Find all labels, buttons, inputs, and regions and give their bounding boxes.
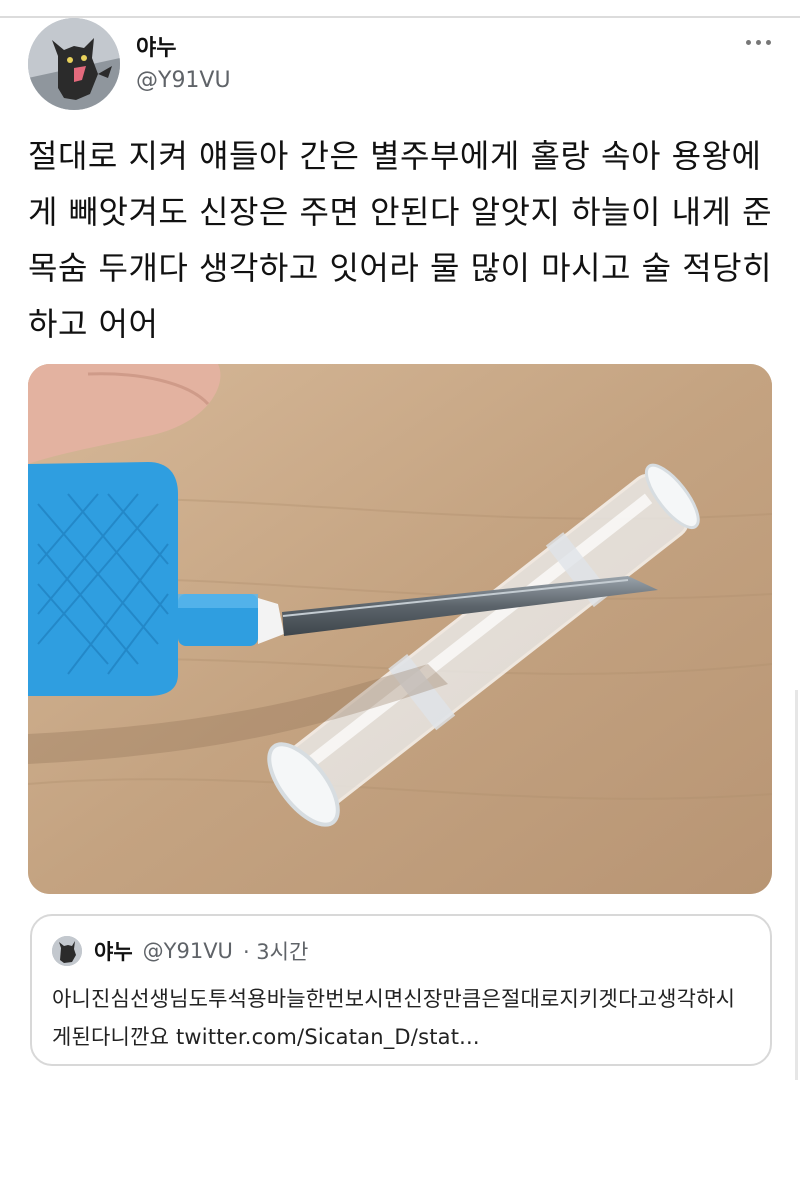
quoted-tweet-header: 야누 @Y91VU · 3시간 xyxy=(94,936,308,966)
cat-avatar-image xyxy=(28,18,120,110)
author-avatar[interactable] xyxy=(28,18,120,110)
top-divider xyxy=(0,16,800,18)
scrollbar[interactable] xyxy=(795,690,798,1080)
author-handle[interactable]: @Y91VU xyxy=(136,68,231,93)
quoted-author-display-name: 야누 xyxy=(94,940,133,964)
quoted-author-handle: @Y91VU xyxy=(142,939,233,963)
quoted-tweet-card[interactable]: 야누 @Y91VU · 3시간 아니진심선생님도투석용바늘한번보시면신장만큼은절… xyxy=(30,914,772,1066)
cat-avatar-small-image xyxy=(52,936,82,966)
quoted-author-avatar xyxy=(52,936,82,966)
quoted-tweet-text: 아니진심선생님도투석용바늘한번보시면신장만큼은절대로지키겟다고생각하시게된다니깐… xyxy=(52,987,736,1049)
quoted-tweet-time: · 3시간 xyxy=(242,940,309,964)
tweet-text: 절대로 지켜 얘들아 간은 별주부에게 홀랑 속아 용왕에게 빼앗겨도 신장은 … xyxy=(28,137,773,343)
author-display-name[interactable]: 야누 xyxy=(136,30,176,62)
more-horizontal-icon[interactable] xyxy=(738,34,778,50)
tweet-photo[interactable] xyxy=(28,364,772,894)
dialysis-needle-photo xyxy=(28,364,772,894)
